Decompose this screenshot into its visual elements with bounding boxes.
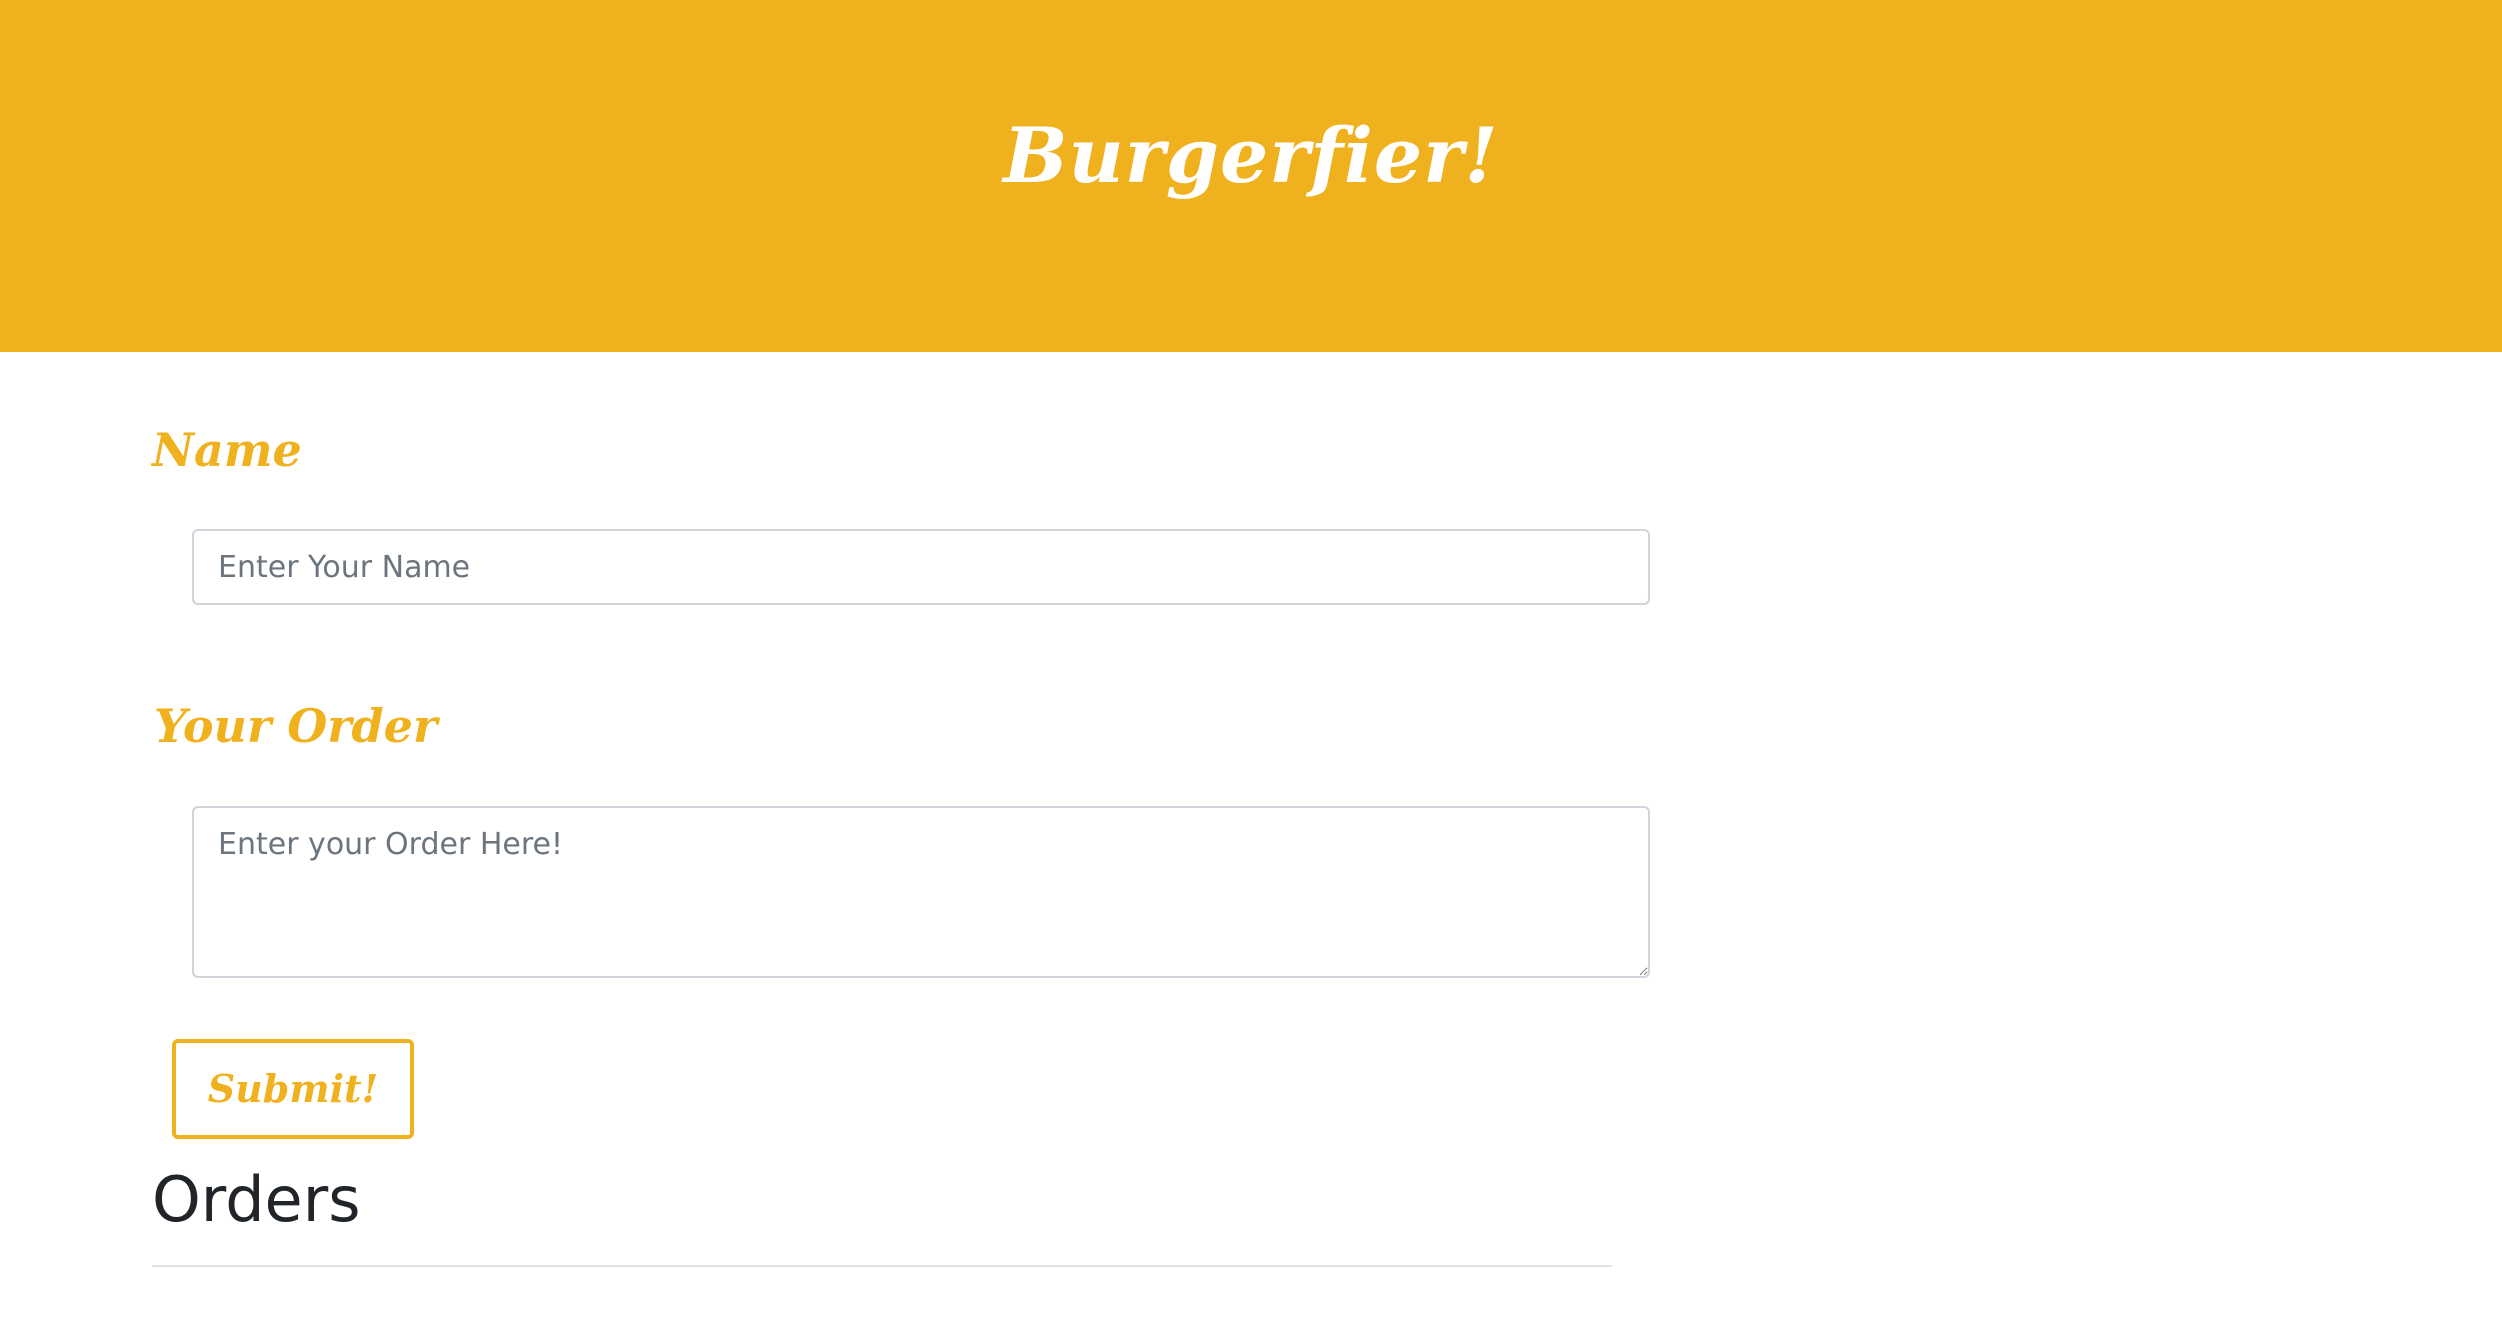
orders-heading: Orders — [152, 1163, 361, 1236]
name-input[interactable] — [192, 529, 1650, 605]
submit-button[interactable]: Submit! — [172, 1039, 414, 1139]
order-label: Your Order — [154, 699, 438, 753]
orders-divider — [152, 1265, 1612, 1267]
order-textarea[interactable] — [192, 806, 1650, 978]
name-label: Name — [152, 423, 302, 477]
page-header: Burgerfier! — [0, 0, 2502, 352]
app-title: Burgerfier! — [1003, 111, 1499, 200]
